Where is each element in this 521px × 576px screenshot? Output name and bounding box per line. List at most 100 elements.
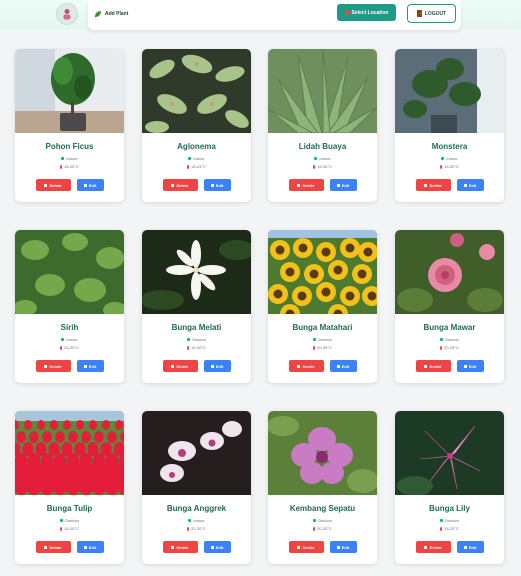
edit-button[interactable]: Edit bbox=[456, 541, 484, 553]
plant-temperature: 20-30°C bbox=[142, 526, 251, 531]
top-bar: Add Plant Select Location LOGOUT bbox=[0, 0, 521, 30]
plant-image bbox=[15, 49, 124, 133]
card-actions: Delete Edit bbox=[268, 179, 377, 191]
card-actions: Delete Edit bbox=[15, 179, 124, 191]
avatar[interactable] bbox=[56, 3, 78, 25]
select-location-label: Select Location bbox=[351, 9, 389, 16]
edit-label: Edit bbox=[88, 544, 97, 550]
temperature-text: 15-20°C bbox=[64, 526, 79, 531]
card-actions: Delete Edit bbox=[395, 179, 504, 191]
environment-icon bbox=[312, 338, 316, 341]
plant-environment: Indoor bbox=[268, 156, 377, 161]
card-actions: Delete Edit bbox=[142, 541, 251, 553]
edit-button[interactable]: Edit bbox=[203, 541, 231, 553]
pencil-icon bbox=[336, 364, 340, 368]
pencil-icon bbox=[210, 545, 214, 549]
environment-text: Indoor bbox=[193, 156, 205, 161]
trash-icon bbox=[44, 364, 48, 368]
edit-button[interactable]: Edit bbox=[456, 360, 484, 372]
trash-icon bbox=[171, 545, 175, 549]
ficus-illustration bbox=[15, 49, 124, 133]
plant-environment: Indoor bbox=[395, 156, 504, 161]
delete-button[interactable]: Delete bbox=[162, 541, 198, 553]
logout-button[interactable]: LOGOUT bbox=[407, 4, 456, 23]
delete-button[interactable]: Delete bbox=[415, 360, 451, 372]
plant-environment: Indoor bbox=[142, 156, 251, 161]
plant-image bbox=[268, 230, 377, 314]
edit-label: Edit bbox=[215, 544, 224, 550]
plant-card: Sirih Indoor 20-30°C Delete Edit bbox=[15, 230, 124, 383]
thermometer-icon bbox=[313, 164, 316, 169]
delete-button[interactable]: Delete bbox=[35, 360, 71, 372]
select-location-button[interactable]: Select Location bbox=[337, 4, 396, 21]
pencil-icon bbox=[463, 183, 467, 187]
delete-button[interactable]: Delete bbox=[415, 179, 451, 191]
rose-illustration bbox=[395, 230, 504, 314]
delete-button[interactable]: Delete bbox=[288, 179, 324, 191]
edit-button[interactable]: Edit bbox=[76, 360, 104, 372]
edit-button[interactable]: Edit bbox=[203, 179, 231, 191]
pencil-icon bbox=[83, 364, 87, 368]
edit-button[interactable]: Edit bbox=[76, 179, 104, 191]
delete-button[interactable]: Delete bbox=[415, 541, 451, 553]
plant-card: Aglonema Indoor 18-24°C Delete Edit bbox=[142, 49, 251, 202]
temperature-text: 18-30°C bbox=[444, 164, 459, 169]
edit-button[interactable]: Edit bbox=[329, 179, 357, 191]
thermometer-icon bbox=[187, 526, 190, 531]
plant-temperature: 18-30°C bbox=[395, 164, 504, 169]
edit-button[interactable]: Edit bbox=[456, 179, 484, 191]
delete-label: Delete bbox=[49, 182, 62, 188]
tulip-illustration bbox=[15, 411, 124, 495]
jasmine-illustration bbox=[142, 230, 251, 314]
plant-image bbox=[268, 411, 377, 495]
thermometer-icon bbox=[440, 526, 443, 531]
plant-card: Monstera Indoor 18-30°C Delete Edit bbox=[395, 49, 504, 202]
pencil-icon bbox=[83, 545, 87, 549]
edit-button[interactable]: Edit bbox=[329, 360, 357, 372]
trash-icon bbox=[297, 545, 301, 549]
edit-button[interactable]: Edit bbox=[329, 541, 357, 553]
delete-button[interactable]: Delete bbox=[162, 179, 198, 191]
temperature-text: 20-25°C bbox=[444, 345, 459, 350]
delete-button[interactable]: Delete bbox=[288, 360, 324, 372]
pencil-icon bbox=[463, 364, 467, 368]
delete-button[interactable]: Delete bbox=[35, 179, 71, 191]
location-pin-icon bbox=[344, 9, 350, 16]
add-plant-link[interactable]: Add Plant bbox=[94, 8, 128, 20]
delete-label: Delete bbox=[176, 182, 189, 188]
delete-button[interactable]: Delete bbox=[162, 360, 198, 372]
edit-label: Edit bbox=[88, 182, 97, 188]
delete-button[interactable]: Delete bbox=[288, 541, 324, 553]
plant-card: Bunga Mawar Outdoor 20-25°C Delete Edit bbox=[395, 230, 504, 383]
environment-text: Indoor bbox=[319, 156, 331, 161]
plant-temperature: 15-30°C bbox=[142, 345, 251, 350]
environment-icon bbox=[186, 338, 190, 341]
delete-label: Delete bbox=[49, 363, 62, 369]
plant-name: Bunga Matahari bbox=[292, 323, 353, 332]
edit-button[interactable]: Edit bbox=[203, 360, 231, 372]
environment-icon bbox=[59, 519, 63, 522]
thermometer-icon bbox=[440, 345, 443, 350]
delete-button[interactable]: Delete bbox=[35, 541, 71, 553]
plant-temperature: 15-30°C bbox=[268, 164, 377, 169]
environment-text: Outdoor bbox=[317, 337, 333, 342]
trash-icon bbox=[297, 183, 301, 187]
pencil-icon bbox=[210, 183, 214, 187]
pencil-icon bbox=[336, 183, 340, 187]
trash-icon bbox=[424, 364, 428, 368]
monstera-illustration bbox=[395, 49, 504, 133]
environment-text: Outdoor bbox=[64, 518, 80, 523]
plant-card: Kembang Sepatu Outdoor 20-30°C Delete Ed… bbox=[268, 411, 377, 564]
orchid-illustration bbox=[142, 411, 251, 495]
plant-environment: Outdoor bbox=[268, 518, 377, 523]
plant-image bbox=[395, 49, 504, 133]
environment-text: Indoor bbox=[193, 518, 205, 523]
sunflower-illustration bbox=[268, 230, 377, 314]
plant-temperature: 20-30°C bbox=[268, 526, 377, 531]
trash-icon bbox=[44, 545, 48, 549]
plant-card: Bunga Anggrek Indoor 20-30°C Delete Edit bbox=[142, 411, 251, 564]
user-icon bbox=[63, 9, 71, 20]
environment-text: Outdoor bbox=[191, 337, 207, 342]
edit-button[interactable]: Edit bbox=[76, 541, 104, 553]
thermometer-icon bbox=[440, 164, 443, 169]
